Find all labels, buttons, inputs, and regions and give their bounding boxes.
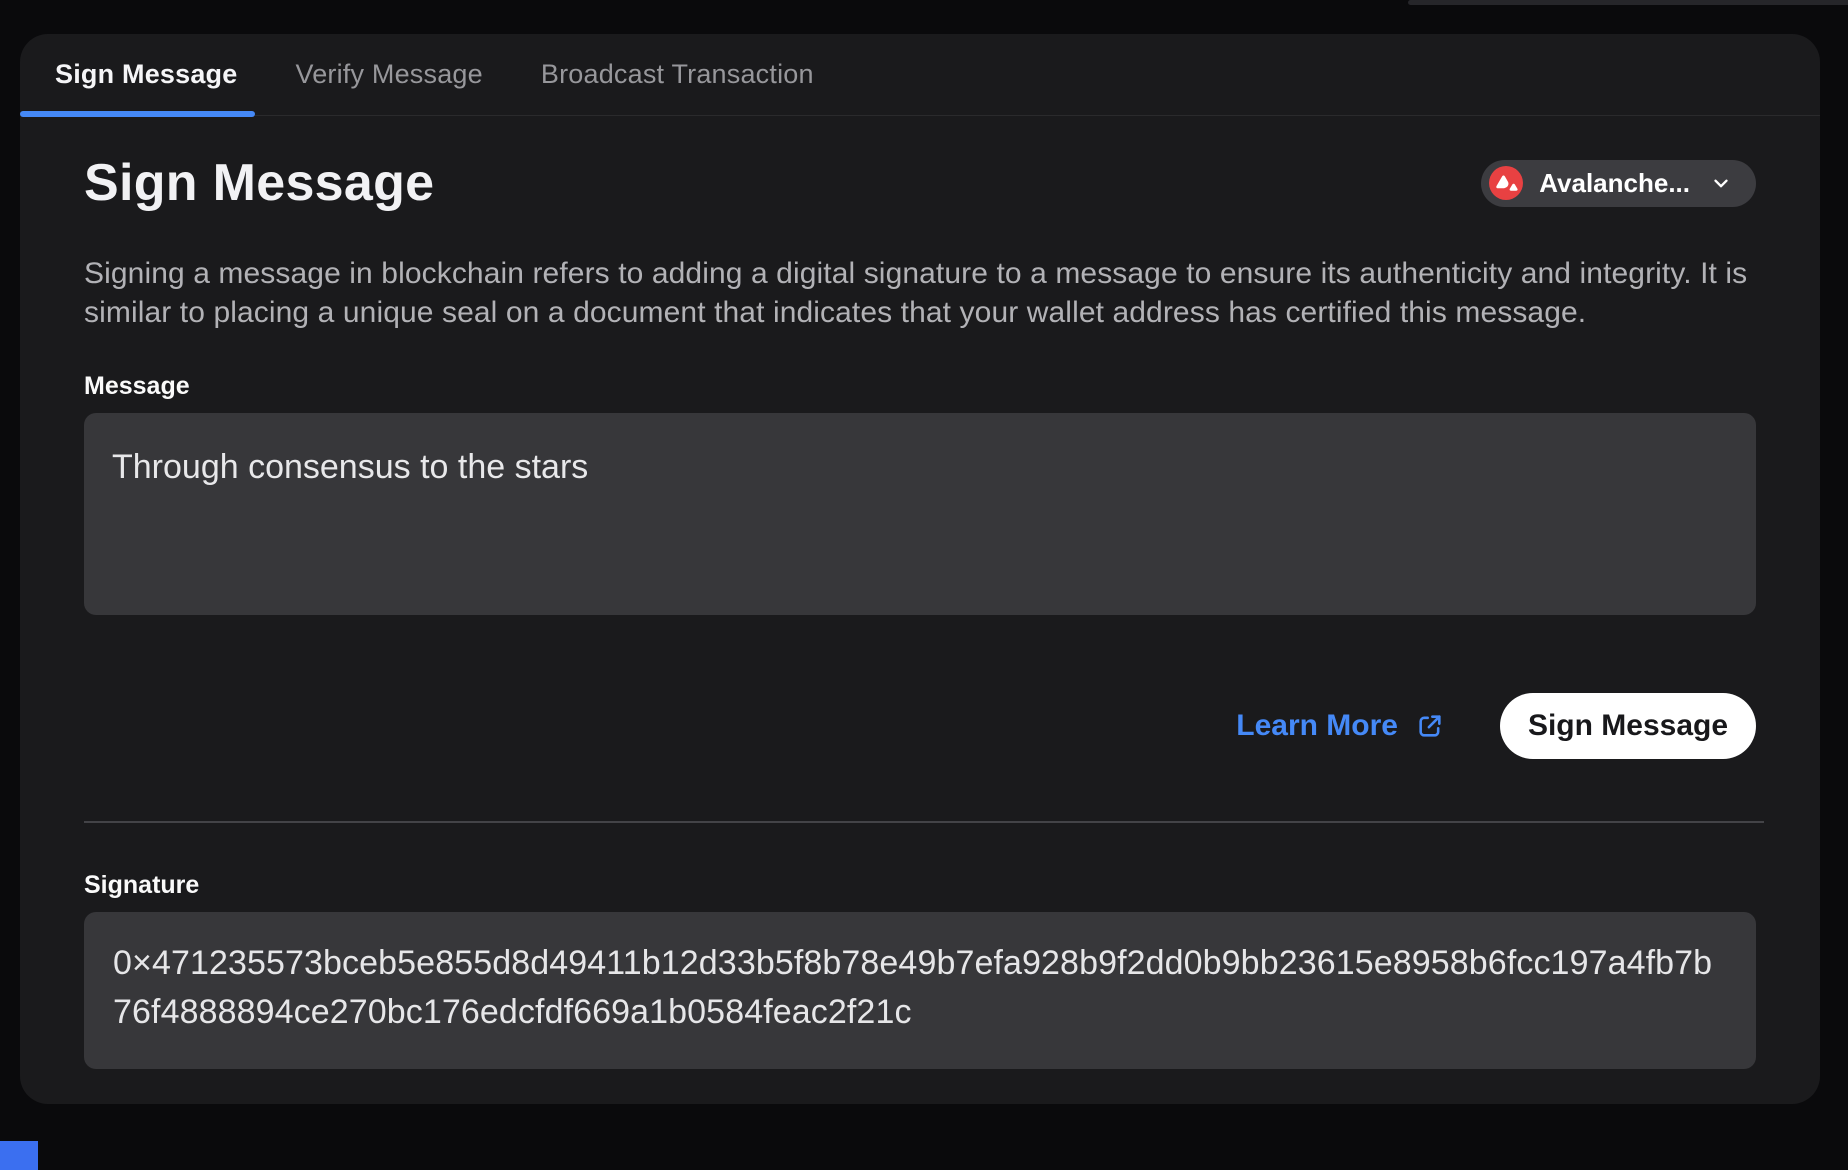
panel-content: Sign Message Avalanche... Signing a mess… bbox=[20, 154, 1820, 1069]
tab-broadcast-transaction[interactable]: Broadcast Transaction bbox=[541, 59, 814, 90]
network-selector-dropdown[interactable]: Avalanche... bbox=[1481, 160, 1756, 207]
network-selector-label: Avalanche... bbox=[1539, 168, 1690, 199]
sign-message-panel: Sign Message Verify Message Broadcast Tr… bbox=[20, 34, 1820, 1104]
header-row: Sign Message Avalanche... bbox=[84, 154, 1756, 212]
page-title: Sign Message bbox=[84, 154, 434, 212]
actions-row: Learn More Sign Message bbox=[84, 693, 1756, 759]
tab-verify-message[interactable]: Verify Message bbox=[295, 59, 482, 90]
top-edge-element bbox=[1408, 0, 1848, 5]
signature-label: Signature bbox=[84, 871, 1756, 900]
description-text: Signing a message in blockchain refers t… bbox=[84, 254, 1756, 332]
tab-bar: Sign Message Verify Message Broadcast Tr… bbox=[20, 34, 1820, 116]
signature-output[interactable]: 0×471235573bceb5e855d8d49411b12d33b5f8b7… bbox=[84, 912, 1756, 1069]
learn-more-link[interactable]: Learn More bbox=[1236, 709, 1444, 743]
avalanche-logo-icon bbox=[1489, 166, 1523, 200]
bottom-left-accent bbox=[0, 1141, 38, 1170]
section-divider bbox=[84, 821, 1764, 823]
chevron-down-icon bbox=[1710, 172, 1732, 194]
tab-sign-message[interactable]: Sign Message bbox=[55, 59, 237, 90]
external-link-icon bbox=[1416, 712, 1444, 740]
message-input[interactable]: Through consensus to the stars bbox=[84, 413, 1756, 615]
sign-message-button[interactable]: Sign Message bbox=[1500, 693, 1756, 759]
active-tab-indicator bbox=[20, 111, 255, 117]
learn-more-label: Learn More bbox=[1236, 709, 1398, 743]
message-label: Message bbox=[84, 372, 1756, 401]
